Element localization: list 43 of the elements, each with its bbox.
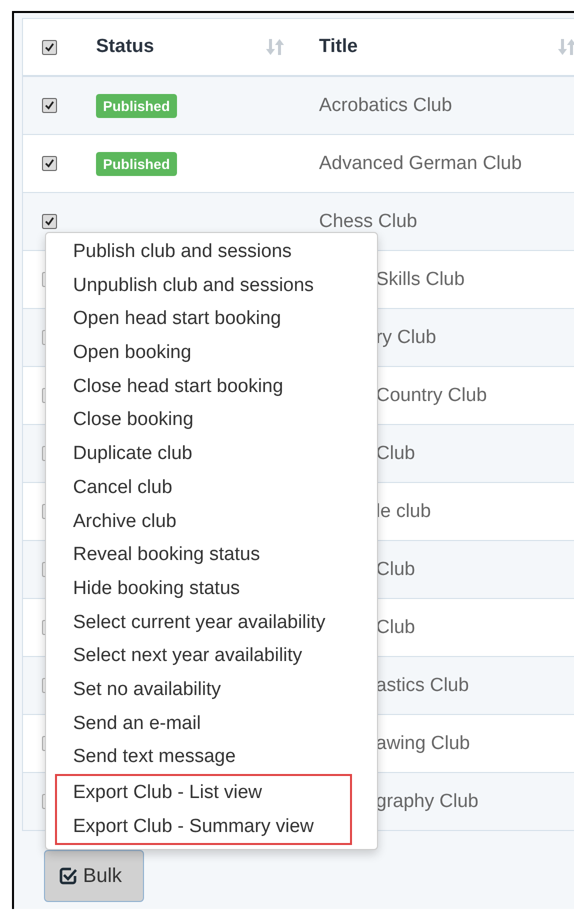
club-title[interactable]: Club (376, 616, 416, 638)
club-title[interactable]: Chess Club (319, 210, 418, 232)
status-badge: Published (96, 94, 177, 118)
club-title[interactable]: graphy Club (376, 790, 478, 812)
column-header[interactable]: Title (319, 36, 358, 58)
menu-item[interactable]: Publish club and sessions (46, 235, 377, 269)
menu-item[interactable]: Select next year availability (46, 639, 377, 673)
checkmark-icon (44, 216, 55, 227)
menu-item[interactable]: Close head start booking (46, 370, 377, 404)
club-title[interactable]: Skills Club (376, 268, 465, 290)
menu-item[interactable]: Set no availability (46, 672, 377, 707)
menu-item[interactable]: Close booking (46, 403, 377, 438)
club-title[interactable]: Country Club (376, 384, 487, 406)
menu-item[interactable]: Send text message (46, 740, 377, 774)
menu-item[interactable]: Export Club - List view (57, 776, 350, 810)
checkmark-icon (44, 42, 55, 52)
row-checkbox[interactable] (42, 98, 57, 113)
menu-item[interactable]: Export Club - Summary view (57, 810, 350, 844)
row-checkbox[interactable] (42, 156, 57, 171)
menu-item[interactable]: Archive club (46, 504, 377, 538)
club-title[interactable]: astics Club (376, 674, 469, 696)
checkmark-icon (44, 100, 55, 111)
club-title[interactable]: Acrobatics Club (319, 94, 452, 116)
menu-item[interactable]: Open booking (46, 336, 377, 370)
menu-item[interactable]: Send an e-mail (46, 706, 377, 740)
club-title[interactable]: awing Club (376, 732, 470, 754)
menu-item[interactable]: Unpublish club and sessions (46, 268, 377, 302)
menu-item[interactable]: Open head start booking (46, 302, 377, 336)
column-header[interactable]: Status (96, 36, 154, 58)
row-checkbox[interactable] (42, 214, 57, 229)
menu-item[interactable]: Cancel club (46, 470, 377, 504)
club-title[interactable]: Advanced German Club (319, 152, 522, 174)
menu-item[interactable]: Reveal booking status (46, 538, 377, 572)
club-title[interactable]: Club (376, 442, 416, 464)
menu-item[interactable]: Select current year availability (46, 606, 377, 640)
menu-item[interactable]: Duplicate club (46, 437, 377, 471)
bulk-button[interactable]: Bulk (44, 850, 144, 902)
status-badge: Published (96, 152, 177, 176)
menu-item[interactable]: Hide booking status (46, 572, 377, 606)
checkmark-icon (44, 158, 55, 169)
select-all-checkbox[interactable] (42, 40, 57, 54)
checkbox-icon (59, 867, 77, 885)
club-title[interactable]: Club (376, 558, 416, 580)
